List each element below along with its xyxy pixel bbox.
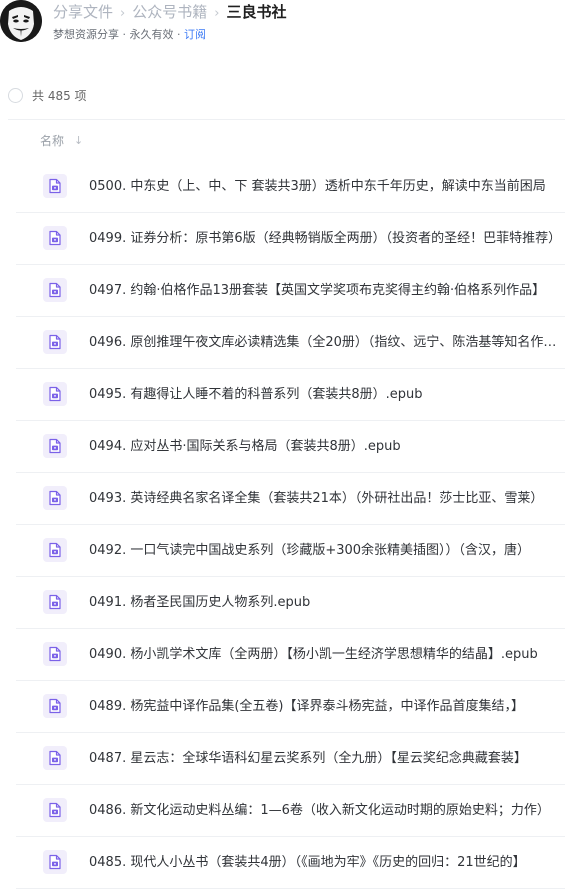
shared-file-icon — [43, 226, 67, 250]
file-name[interactable]: 0493. 英诗经典名家名译全集（套装共21本）（外研社出品！莎士比亚、雪莱） — [89, 490, 565, 508]
subscribe-link[interactable]: 订阅 — [184, 28, 206, 41]
breadcrumb: 分享文件 › 公众号书籍 › 三良书社 — [53, 2, 286, 24]
owner-name[interactable]: 梦想资源分享 — [53, 28, 119, 41]
avatar[interactable] — [0, 0, 42, 42]
shared-file-icon — [43, 382, 67, 406]
file-row[interactable]: 0494. 应对丛书·国际关系与格局（套装共8册）.epub — [0, 421, 565, 473]
file-row[interactable]: 0497. 约翰·伯格作品13册套装【英国文学奖项布克奖得主约翰·伯格系列作品】 — [0, 265, 565, 317]
file-row[interactable]: 0489. 杨宪益中译作品集(全五卷)【译界泰斗杨宪益，中译作品首度集结，】 — [0, 681, 565, 733]
file-name[interactable]: 0489. 杨宪益中译作品集(全五卷)【译界泰斗杨宪益，中译作品首度集结，】 — [89, 698, 565, 716]
file-name[interactable]: 0500. 中东史（上、中、下 套装共3册）透析中东千年历史，解读中东当前困局 — [89, 178, 565, 196]
file-name[interactable]: 0485. 现代人小丛书（套装共4册）（《画地为牢》《历史的回归：21世纪的】 — [89, 854, 565, 872]
column-header-name[interactable]: 名称 ↓ — [40, 132, 83, 149]
file-name[interactable]: 0486. 新文化运动史料丛编：1—6卷（收入新文化运动时期的原始史料；力作） — [89, 802, 565, 820]
column-name-label: 名称 — [40, 134, 65, 148]
file-row[interactable]: 0496. 原创推理午夜文库必读精选集（全20册）（指纹、远宁、陈浩基等知名作家… — [0, 317, 565, 369]
file-row[interactable]: 0493. 英诗经典名家名译全集（套装共21本）（外研社出品！莎士比亚、雪莱） — [0, 473, 565, 525]
file-name[interactable]: 0490. 杨小凯学术文库（全两册）【杨小凯一生经济学思想精华的结晶】.epub — [89, 646, 565, 664]
divider — [8, 119, 565, 120]
shared-file-icon — [43, 434, 67, 458]
shared-file-icon — [43, 590, 67, 614]
shared-file-icon — [43, 278, 67, 302]
file-row[interactable]: 0495. 有趣得让人睡不着的科普系列（套装共8册）.epub — [0, 369, 565, 421]
shared-file-icon — [43, 798, 67, 822]
share-info: 梦想资源分享 · 永久有效 · 订阅 — [53, 28, 206, 41]
breadcrumb-separator: › — [120, 6, 126, 21]
shared-file-icon — [43, 538, 67, 562]
shared-file-icon — [43, 642, 67, 666]
file-list: 0500. 中东史（上、中、下 套装共3册）透析中东千年历史，解读中东当前困局 0… — [0, 161, 565, 889]
file-name[interactable]: 0487. 星云志：全球华语科幻星云奖系列（全九册）【星云奖纪念典藏套装】 — [89, 750, 565, 768]
list-summary: 共 485 项 — [8, 86, 87, 104]
file-name[interactable]: 0491. 杨者圣民国历史人物系列.epub — [89, 594, 565, 612]
select-all-checkbox[interactable] — [8, 87, 23, 103]
file-row[interactable]: 0485. 现代人小丛书（套装共4册）（《画地为牢》《历史的回归：21世纪的】 — [0, 837, 565, 889]
file-row[interactable]: 0486. 新文化运动史料丛编：1—6卷（收入新文化运动时期的原始史料；力作） — [0, 785, 565, 837]
file-name[interactable]: 0492. 一口气读完中国战史系列（珍藏版+300余张精美插图））（含汉，唐） — [89, 542, 565, 560]
file-name[interactable]: 0495. 有趣得让人睡不着的科普系列（套装共8册）.epub — [89, 386, 565, 404]
shared-file-icon — [43, 174, 67, 198]
header: 分享文件 › 公众号书籍 › 三良书社 梦想资源分享 · 永久有效 · 订阅 — [0, 0, 565, 60]
mask-avatar-icon — [0, 0, 42, 42]
breadcrumb-current-folder: 三良书社 — [226, 3, 287, 21]
shared-file-icon — [43, 486, 67, 510]
shared-file-icon — [43, 330, 67, 354]
shared-file-icon — [43, 694, 67, 718]
validity-text: 永久有效 — [129, 28, 174, 41]
file-row[interactable]: 0490. 杨小凯学术文库（全两册）【杨小凯一生经济学思想精华的结晶】.epub — [0, 629, 565, 681]
file-row[interactable]: 0500. 中东史（上、中、下 套装共3册）透析中东千年历史，解读中东当前困局 — [0, 161, 565, 213]
item-count: 共 485 项 — [32, 88, 87, 103]
breadcrumb-separator: › — [214, 6, 220, 21]
file-name[interactable]: 0497. 约翰·伯格作品13册套装【英国文学奖项布克奖得主约翰·伯格系列作品】 — [89, 282, 565, 300]
file-row[interactable]: 0487. 星云志：全球华语科幻星云奖系列（全九册）【星云奖纪念典藏套装】 — [0, 733, 565, 785]
file-name[interactable]: 0499. 证券分析：原书第6版（经典畅销版全两册）（投资者的圣经！巴菲特推荐） — [89, 230, 565, 248]
file-row[interactable]: 0499. 证券分析：原书第6版（经典畅销版全两册）（投资者的圣经！巴菲特推荐） — [0, 213, 565, 265]
file-name[interactable]: 0494. 应对丛书·国际关系与格局（套装共8册）.epub — [89, 438, 565, 456]
shared-file-icon — [43, 746, 67, 770]
shared-file-icon — [43, 850, 67, 874]
file-row[interactable]: 0492. 一口气读完中国战史系列（珍藏版+300余张精美插图））（含汉，唐） — [0, 525, 565, 577]
file-row[interactable]: 0491. 杨者圣民国历史人物系列.epub — [0, 577, 565, 629]
breadcrumb-wechat-books[interactable]: 公众号书籍 — [132, 3, 207, 21]
sort-down-icon[interactable]: ↓ — [74, 134, 83, 147]
breadcrumb-shared-files[interactable]: 分享文件 — [53, 3, 113, 21]
file-name[interactable]: 0496. 原创推理午夜文库必读精选集（全20册）（指纹、远宁、陈浩基等知名作家… — [89, 334, 565, 352]
